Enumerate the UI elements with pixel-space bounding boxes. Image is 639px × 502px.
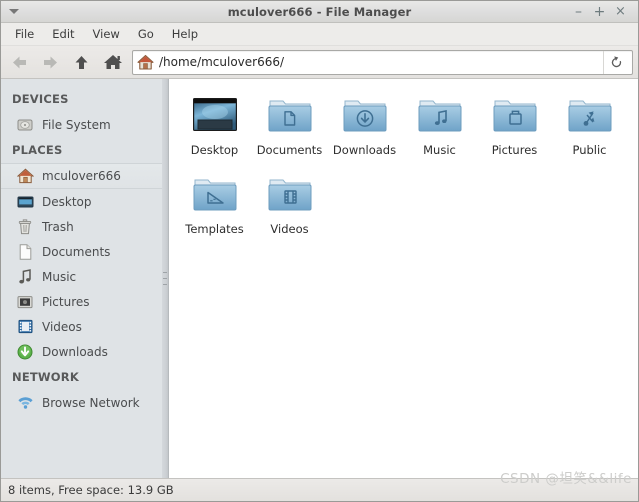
file-pane[interactable]: Desktop Documents Downloads Music Pictur… <box>168 79 638 478</box>
up-button[interactable] <box>66 49 97 76</box>
sidebar-item-label: mculover666 <box>42 169 121 183</box>
folder-music-icon <box>416 92 464 140</box>
back-button[interactable] <box>4 49 35 76</box>
sidebar-item-documents[interactable]: Documents <box>1 239 162 264</box>
desktop-screen-icon <box>191 92 239 140</box>
file-manager-window: mculover666 - File Manager – + × File Ed… <box>0 0 639 502</box>
sidebar-item-label: Documents <box>42 244 111 259</box>
folder-downloads-icon <box>341 92 389 140</box>
file-item-templates[interactable]: Templates <box>178 167 251 242</box>
sidebar-item-music[interactable]: Music <box>1 264 162 289</box>
menu-item-go[interactable]: Go <box>129 25 163 43</box>
sidebar-item-file-system[interactable]: File System <box>1 112 162 137</box>
sidebar-item-downloads[interactable]: Downloads <box>1 339 162 364</box>
sidebar-item-label: Trash <box>42 219 74 234</box>
sidebar-item-desktop[interactable]: Desktop <box>1 189 162 214</box>
reload-icon <box>611 55 622 67</box>
pictures-icon <box>16 293 34 310</box>
menu-caret-icon[interactable] <box>1 9 27 14</box>
close-button[interactable]: × <box>610 3 631 21</box>
menu-bar: File Edit View Go Help <box>1 23 638 46</box>
folder-documents-icon <box>266 92 314 140</box>
sidebar-item-label: Browse Network <box>42 395 140 410</box>
toolbar: /home/mculover666/ <box>1 46 638 79</box>
arrow-left-icon <box>13 56 26 68</box>
video-film-icon <box>16 318 34 335</box>
trash-icon <box>16 218 34 235</box>
menu-item-help[interactable]: Help <box>163 25 207 43</box>
arrow-right-icon <box>44 56 57 68</box>
forward-button[interactable] <box>35 49 66 76</box>
status-text: 8 items, Free space: 13.9 GB <box>8 483 174 497</box>
window-title: mculover666 - File Manager <box>227 4 412 19</box>
sidebar-header-devices: DEVICES <box>12 92 69 106</box>
sidebar-item-browse-network[interactable]: Browse Network <box>1 390 162 415</box>
menu-item-file[interactable]: File <box>6 25 43 43</box>
music-note-icon <box>16 268 34 285</box>
file-item-label: Documents <box>256 143 323 157</box>
splitter-grip-icon <box>163 272 167 285</box>
home-button[interactable] <box>97 49 128 76</box>
window-controls: – + × <box>568 3 638 21</box>
sidebar-header-places: PLACES <box>12 143 63 157</box>
icon-grid: Desktop Documents Downloads Music Pictur… <box>177 88 638 245</box>
file-item-downloads[interactable]: Downloads <box>328 88 401 163</box>
file-item-label: Pictures <box>491 143 538 157</box>
file-item-label: Downloads <box>332 143 397 157</box>
folder-public-icon <box>566 92 614 140</box>
folder-pictures-icon <box>491 92 539 140</box>
sidebar-item-label: File System <box>42 117 111 132</box>
path-bar[interactable]: /home/mculover666/ <box>132 49 633 75</box>
sidebar-item-mculover666[interactable]: mculover666 <box>1 163 162 189</box>
network-wifi-icon <box>16 394 34 411</box>
sidebar-item-trash[interactable]: Trash <box>1 214 162 239</box>
sidebar-item-label: Music <box>42 269 77 284</box>
title-bar: mculover666 - File Manager – + × <box>1 1 638 23</box>
file-item-label: Videos <box>270 221 309 236</box>
sidebar-item-label: Videos <box>42 319 82 334</box>
reload-button[interactable] <box>603 50 629 74</box>
status-bar: 8 items, Free space: 13.9 GB CSDN @坦笑&&l… <box>1 471 638 501</box>
sidebar-item-videos[interactable]: Videos <box>1 314 162 339</box>
sidebar-item-label: Desktop <box>42 194 92 209</box>
harddisk-icon <box>16 116 34 133</box>
file-item-label: Public <box>572 143 607 157</box>
file-item-label: Templates <box>185 221 244 236</box>
arrow-up-icon <box>75 55 88 69</box>
file-item-desktop[interactable]: Desktop <box>178 88 251 163</box>
file-item-documents[interactable]: Documents <box>253 88 326 163</box>
file-item-pictures[interactable]: Pictures <box>478 88 551 163</box>
sidebar-item-label: Downloads <box>42 344 108 359</box>
sidebar: DEVICES File System PLACES mculover666 D… <box>1 79 162 478</box>
menu-item-edit[interactable]: Edit <box>43 25 83 43</box>
sidebar-header-network: NETWORK <box>12 370 79 384</box>
home-folder-icon <box>16 168 34 185</box>
path-text[interactable]: /home/mculover666/ <box>159 55 603 69</box>
sidebar-item-label: Pictures <box>42 294 90 309</box>
download-icon <box>16 343 34 360</box>
sidebar-item-pictures[interactable]: Pictures <box>1 289 162 314</box>
minimize-button[interactable]: – <box>568 3 589 21</box>
file-item-music[interactable]: Music <box>403 88 476 163</box>
desktop-icon <box>16 193 34 210</box>
main-body: DEVICES File System PLACES mculover666 D… <box>1 79 638 478</box>
file-item-label: Music <box>423 143 456 157</box>
file-item-label: Desktop <box>190 143 239 157</box>
folder-templates-icon <box>191 171 239 219</box>
file-item-videos[interactable]: Videos <box>253 167 326 242</box>
file-item-public[interactable]: Public <box>553 88 626 163</box>
house-icon <box>137 54 154 70</box>
menu-item-view[interactable]: View <box>84 25 129 43</box>
maximize-button[interactable]: + <box>589 3 610 21</box>
folder-videos-icon <box>266 171 314 219</box>
document-icon <box>16 243 34 260</box>
chevron-down-icon <box>9 9 19 14</box>
home-icon <box>103 55 122 69</box>
